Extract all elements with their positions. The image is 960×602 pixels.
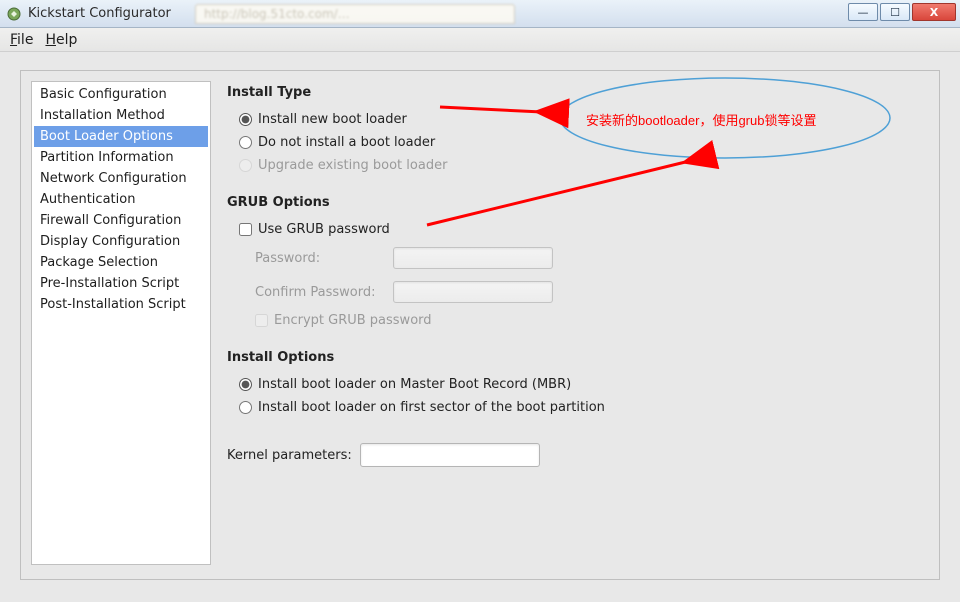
password-field [393,247,553,269]
grub-password-subpanel: Password: Confirm Password: Encrypt GRUB… [255,241,921,332]
menubar: File Help [0,28,960,52]
radio-install-new-input[interactable] [239,113,252,126]
radio-install-upgrade-input [239,159,252,172]
radio-install-upgrade-label: Upgrade existing boot loader [258,158,447,173]
kernel-params-input[interactable] [360,443,540,467]
radio-install-none-label: Do not install a boot loader [258,135,435,150]
radio-first-sector-label: Install boot loader on first sector of t… [258,400,605,415]
password-label: Password: [255,251,385,266]
radio-first-sector[interactable]: Install boot loader on first sector of t… [227,396,921,419]
sidebar-item-auth[interactable]: Authentication [34,189,208,210]
confirm-password-field [393,281,553,303]
menu-help[interactable]: Help [45,32,77,48]
password-row: Password: [255,241,921,275]
radio-install-none[interactable]: Do not install a boot loader [227,131,921,154]
window-controls: — ☐ X [846,3,956,21]
sidebar-item-basic[interactable]: Basic Configuration [34,84,208,105]
window-title: Kickstart Configurator [28,6,171,21]
sidebar-item-network[interactable]: Network Configuration [34,168,208,189]
radio-install-new[interactable]: Install new boot loader [227,108,921,131]
sidebar: Basic Configuration Installation Method … [31,81,211,565]
sidebar-item-bootloader[interactable]: Boot Loader Options [34,126,208,147]
radio-install-new-label: Install new boot loader [258,112,407,127]
sidebar-item-installmethod[interactable]: Installation Method [34,105,208,126]
install-type-title: Install Type [227,85,921,100]
background-tab-blur: http://blog.51cto.com/… [195,4,515,24]
checkbox-use-grub-password-input[interactable] [239,223,252,236]
minimize-button[interactable]: — [848,3,878,21]
grub-options-title: GRUB Options [227,195,921,210]
sidebar-item-firewall[interactable]: Firewall Configuration [34,210,208,231]
radio-mbr[interactable]: Install boot loader on Master Boot Recor… [227,373,921,396]
checkbox-encrypt-grub-input [255,314,268,327]
close-button[interactable]: X [912,3,956,21]
kernel-params-label: Kernel parameters: [227,448,352,463]
titlebar: Kickstart Configurator http://blog.51cto… [0,0,960,28]
checkbox-use-grub-password[interactable]: Use GRUB password [227,218,921,241]
confirm-password-label: Confirm Password: [255,285,385,300]
sidebar-item-display[interactable]: Display Configuration [34,231,208,252]
radio-install-none-input[interactable] [239,136,252,149]
checkbox-encrypt-grub: Encrypt GRUB password [255,309,921,332]
radio-first-sector-input[interactable] [239,401,252,414]
radio-install-upgrade: Upgrade existing boot loader [227,154,921,177]
maximize-button[interactable]: ☐ [880,3,910,21]
app-icon [6,6,22,22]
radio-mbr-label: Install boot loader on Master Boot Recor… [258,377,571,392]
menu-file[interactable]: File [10,32,33,48]
main-panel: Install Type Install new boot loader Do … [223,81,925,565]
sidebar-item-partition[interactable]: Partition Information [34,147,208,168]
checkbox-encrypt-grub-label: Encrypt GRUB password [274,313,432,328]
confirm-password-row: Confirm Password: [255,275,921,309]
checkbox-use-grub-password-label: Use GRUB password [258,222,390,237]
sidebar-item-postscript[interactable]: Post-Installation Script [34,294,208,315]
sidebar-item-packages[interactable]: Package Selection [34,252,208,273]
install-options-title: Install Options [227,350,921,365]
kernel-params-row: Kernel parameters: [227,443,921,467]
content-frame: Basic Configuration Installation Method … [20,70,940,580]
radio-mbr-input[interactable] [239,378,252,391]
sidebar-item-prescript[interactable]: Pre-Installation Script [34,273,208,294]
